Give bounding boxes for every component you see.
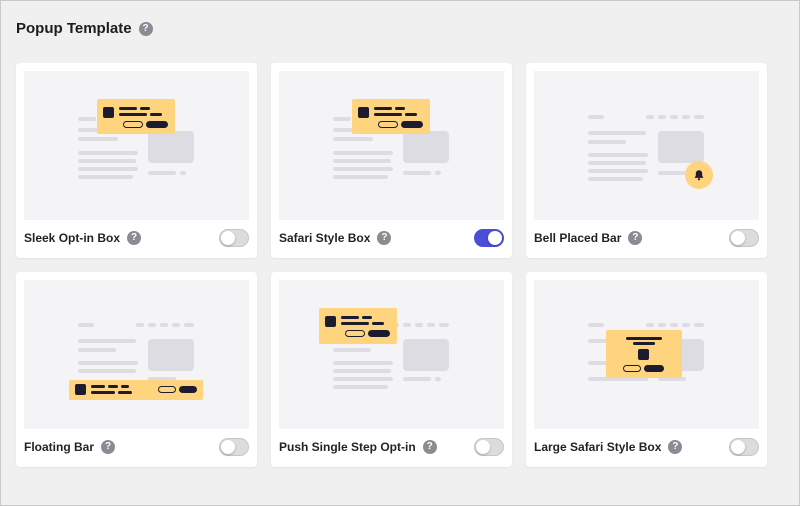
template-label: Safari Style Box: [279, 231, 371, 245]
template-card-footer: Sleek Opt-in Box ?: [24, 228, 249, 248]
help-icon[interactable]: ?: [127, 231, 142, 245]
template-preview: [279, 280, 504, 429]
toggle-knob: [731, 440, 745, 454]
template-card-footer: Floating Bar ?: [24, 437, 249, 457]
template-card-floating-bar[interactable]: Floating Bar ?: [16, 272, 257, 467]
template-preview: [24, 280, 249, 429]
template-card-large-safari-style-box[interactable]: Large Safari Style Box ?: [526, 272, 767, 467]
help-icon[interactable]: ?: [628, 231, 643, 245]
help-icon[interactable]: ?: [668, 440, 683, 454]
template-toggle[interactable]: [474, 438, 504, 456]
help-icon[interactable]: ?: [138, 21, 153, 36]
template-toggle[interactable]: [729, 438, 759, 456]
template-preview: [534, 280, 759, 429]
help-icon[interactable]: ?: [101, 440, 116, 454]
template-label: Bell Placed Bar: [534, 231, 622, 245]
toggle-knob: [221, 440, 235, 454]
template-card-push-single-step-opt-in[interactable]: Push Single Step Opt-in ?: [271, 272, 512, 467]
toggle-knob: [221, 231, 235, 245]
template-card-footer: Push Single Step Opt-in ?: [279, 437, 504, 457]
template-card-safari-style-box[interactable]: Safari Style Box ?: [271, 63, 512, 258]
template-toggle[interactable]: [219, 229, 249, 247]
template-card-sleek-opt-in-box[interactable]: Sleek Opt-in Box ?: [16, 63, 257, 258]
help-icon[interactable]: ?: [377, 231, 392, 245]
template-toggle[interactable]: [219, 438, 249, 456]
page-title: Popup Template: [16, 20, 132, 37]
template-toggle[interactable]: [474, 229, 504, 247]
bell-icon: [685, 161, 713, 189]
template-label: Floating Bar: [24, 440, 95, 454]
template-card-footer: Bell Placed Bar ?: [534, 228, 759, 248]
template-toggle[interactable]: [729, 229, 759, 247]
template-label: Push Single Step Opt-in: [279, 440, 416, 454]
template-preview: [279, 71, 504, 220]
template-preview: [24, 71, 249, 220]
template-label: Sleek Opt-in Box: [24, 231, 121, 245]
template-card-bell-placed-bar[interactable]: Bell Placed Bar ?: [526, 63, 767, 258]
template-grid: Sleek Opt-in Box ? Safari Style Box ? Be…: [16, 63, 767, 467]
template-card-footer: Safari Style Box ?: [279, 228, 504, 248]
toggle-knob: [476, 440, 490, 454]
template-card-footer: Large Safari Style Box ?: [534, 437, 759, 457]
page-header: Popup Template ?: [16, 20, 153, 37]
template-preview: [534, 71, 759, 220]
toggle-knob: [731, 231, 745, 245]
toggle-knob: [488, 231, 502, 245]
help-icon[interactable]: ?: [422, 440, 437, 454]
template-label: Large Safari Style Box: [534, 440, 662, 454]
